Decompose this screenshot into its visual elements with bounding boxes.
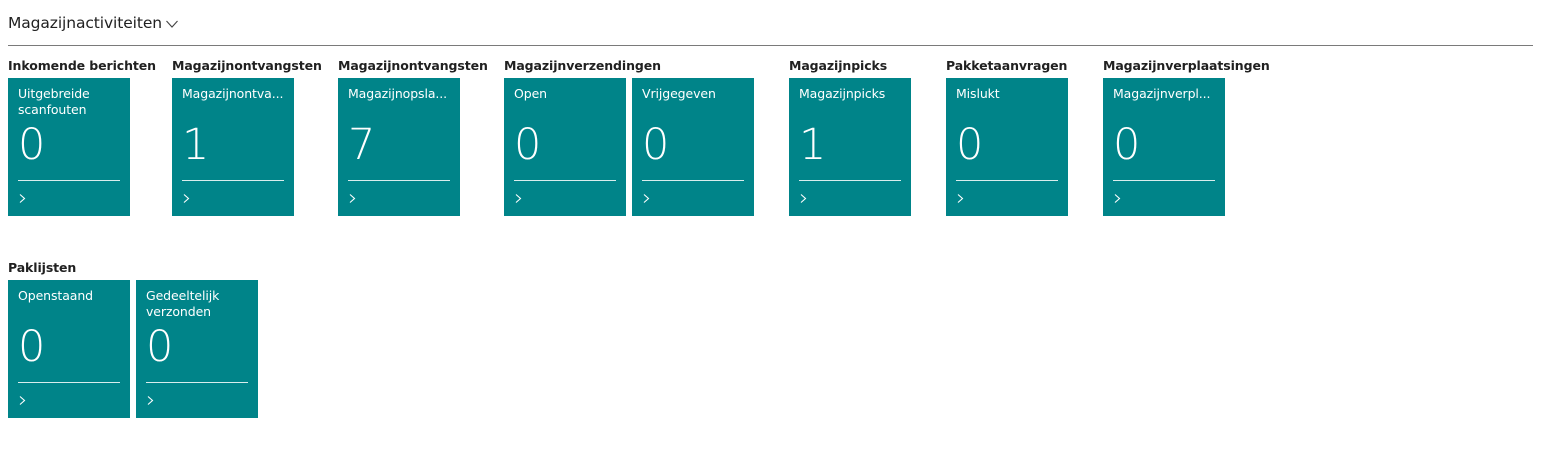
tile-divider <box>1113 180 1215 181</box>
tile-divider <box>348 180 450 181</box>
tile-package-requests-failed[interactable]: Mislukt 0 <box>946 78 1068 216</box>
tile-label: Magazijnpicks <box>799 86 886 101</box>
group-title: Pakketaanvragen <box>946 58 1068 73</box>
tile-value: 1 <box>799 120 826 170</box>
tile-label: Mislukt <box>956 86 1000 101</box>
group-title: Magazijnpicks <box>789 58 888 73</box>
group-warehouse-shipments: Magazijnverzendingen Open 0 Vrijgegeven … <box>504 58 754 216</box>
chevron-right-icon[interactable] <box>956 193 964 204</box>
section-divider <box>8 45 1533 46</box>
tile-warehouse-picks[interactable]: Magazijnpicks 1 <box>789 78 911 216</box>
tile-divider <box>18 180 120 181</box>
section-header[interactable]: Magazijnactiviteiten <box>8 14 179 32</box>
tile-packing-lists-partially-shipped[interactable]: Gedeeltelijk verzonden 0 <box>136 280 258 418</box>
tile-value: 7 <box>348 120 375 170</box>
tile-label: Uitgebreide scanfouten <box>18 86 90 117</box>
chevron-right-icon[interactable] <box>348 193 356 204</box>
group-package-requests: Pakketaanvragen Mislukt 0 <box>946 58 1068 216</box>
tile-value: 1 <box>182 120 209 170</box>
chevron-right-icon[interactable] <box>514 193 522 204</box>
tile-value: 0 <box>1113 120 1140 170</box>
tile-value: 0 <box>956 120 983 170</box>
chevron-right-icon[interactable] <box>146 395 154 406</box>
tile-warehouse-receipts[interactable]: Magazijnontva... 1 <box>172 78 294 216</box>
tile-shipments-open[interactable]: Open 0 <box>504 78 626 216</box>
tile-label: Magazijnopsla... <box>348 86 448 101</box>
chevron-right-icon[interactable] <box>642 193 650 204</box>
tile-shipments-released[interactable]: Vrijgegeven 0 <box>632 78 754 216</box>
group-title: Magazijnontvangsten <box>172 58 322 73</box>
tile-divider <box>956 180 1058 181</box>
group-incoming-messages: Inkomende berichten Uitgebreide scanfout… <box>8 58 156 216</box>
chevron-right-icon[interactable] <box>1113 193 1121 204</box>
tile-packing-lists-outstanding[interactable]: Openstaand 0 <box>8 280 130 418</box>
chevron-down-icon[interactable] <box>165 19 179 29</box>
tile-divider <box>146 382 248 383</box>
group-warehouse-picks: Magazijnpicks Magazijnpicks 1 <box>789 58 911 216</box>
tile-divider <box>799 180 901 181</box>
group-title: Magazijnverzendingen <box>504 58 661 73</box>
tile-label: Openstaand <box>18 288 93 303</box>
tile-value: 0 <box>18 120 45 170</box>
tile-label: Magazijnverpl... <box>1113 86 1211 101</box>
tile-warehouse-movements[interactable]: Magazijnverpl... 0 <box>1103 78 1225 216</box>
group-title: Paklijsten <box>8 260 77 275</box>
group-warehouse-receipts-putaway: Magazijnontvangsten Magazijnopsla... 7 <box>338 58 488 216</box>
group-packing-lists: Paklijsten Openstaand 0 Gedeeltelijk ver… <box>8 260 258 418</box>
tile-value: 0 <box>642 120 669 170</box>
tile-divider <box>514 180 616 181</box>
tile-divider <box>182 180 284 181</box>
chevron-right-icon[interactable] <box>182 193 190 204</box>
group-title: Magazijnontvangsten <box>338 58 488 73</box>
chevron-right-icon[interactable] <box>18 193 26 204</box>
group-title: Magazijnverplaatsingen <box>1103 58 1270 73</box>
tile-divider <box>642 180 744 181</box>
tile-label: Magazijnontva... <box>182 86 284 101</box>
group-warehouse-receipts: Magazijnontvangsten Magazijnontva... 1 <box>172 58 322 216</box>
tile-value: 0 <box>18 322 45 372</box>
tile-value: 0 <box>514 120 541 170</box>
tile-label: Vrijgegeven <box>642 86 716 101</box>
group-warehouse-movements: Magazijnverplaatsingen Magazijnverpl... … <box>1103 58 1270 216</box>
chevron-right-icon[interactable] <box>799 193 807 204</box>
tile-divider <box>18 382 120 383</box>
tile-warehouse-putaways[interactable]: Magazijnopsla... 7 <box>338 78 460 216</box>
chevron-right-icon[interactable] <box>18 395 26 406</box>
group-title: Inkomende berichten <box>8 58 156 73</box>
warehouse-activities-page: Magazijnactiviteiten Inkomende berichten… <box>0 0 1557 449</box>
tile-label: Open <box>514 86 547 101</box>
tile-value: 0 <box>146 322 173 372</box>
tile-extended-scan-errors[interactable]: Uitgebreide scanfouten 0 <box>8 78 130 216</box>
section-title[interactable]: Magazijnactiviteiten <box>8 14 162 32</box>
tile-label: Gedeeltelijk verzonden <box>146 288 220 319</box>
